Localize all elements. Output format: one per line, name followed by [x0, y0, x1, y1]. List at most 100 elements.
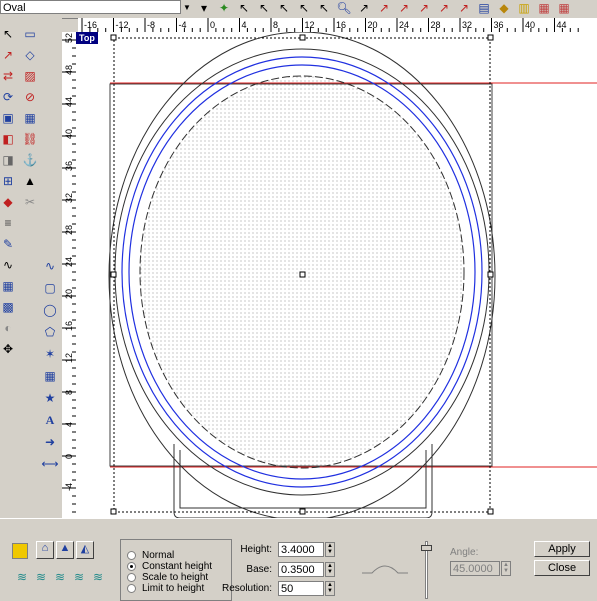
- dome-flat-button[interactable]: ⌂: [36, 541, 54, 559]
- height-mode-group: Normal Constant height Scale to height L…: [120, 539, 232, 601]
- options-panel: ⌂ ▲ ◭ ≋ ≋ ≋ ≋ ≋ Normal Constant height S…: [0, 518, 597, 601]
- ruler-label: 20: [368, 20, 378, 30]
- angle-input[interactable]: 45.0000: [450, 561, 500, 576]
- weld-icon[interactable]: ◧: [0, 131, 16, 147]
- fill-icon[interactable]: ◆: [0, 194, 16, 210]
- node-arrow-icon[interactable]: ↗: [376, 0, 392, 16]
- viewport-label: Top: [76, 32, 98, 44]
- selection-handle: [110, 508, 117, 515]
- text-icon[interactable]: A: [42, 412, 58, 428]
- close-button[interactable]: Close: [534, 560, 590, 576]
- angle-spinner[interactable]: ▲ ▼: [501, 561, 511, 576]
- radio-normal[interactable]: Normal: [127, 550, 174, 561]
- polygon-icon[interactable]: ⬠: [42, 324, 58, 340]
- resolution-input[interactable]: 50: [278, 581, 324, 596]
- measure-icon[interactable]: ⊞: [0, 173, 16, 189]
- vector-icon[interactable]: ▭: [22, 26, 38, 42]
- stack-icon[interactable]: ≡: [0, 215, 16, 231]
- select-arrow-icon[interactable]: ↖: [316, 0, 332, 16]
- ruler-label: 32: [64, 193, 74, 203]
- rectangle-icon[interactable]: ▢: [42, 280, 58, 296]
- node-arrow-icon[interactable]: ↗: [456, 0, 472, 16]
- curve-icon[interactable]: ∿: [42, 258, 58, 274]
- spline-icon[interactable]: ∿: [0, 257, 16, 273]
- color-swatch[interactable]: [12, 543, 28, 559]
- ellipse-icon[interactable]: ◯: [42, 302, 58, 318]
- radio-constant-height[interactable]: Constant height: [127, 561, 212, 572]
- link-icon[interactable]: ⛓: [22, 131, 38, 147]
- slider-thumb[interactable]: [421, 545, 432, 551]
- node-edit-icon[interactable]: ↗: [0, 47, 16, 63]
- shapes-icon[interactable]: ★: [42, 390, 58, 406]
- ruler-label: 28: [64, 225, 74, 235]
- dropdown-arrow-icon[interactable]: ▾: [196, 0, 212, 16]
- rotate-icon[interactable]: ⟳: [0, 89, 16, 105]
- zoom-icon[interactable]: 🔍︎: [336, 0, 352, 16]
- brush-icon[interactable]: ▲: [22, 173, 38, 189]
- layer-icon[interactable]: ▤: [476, 0, 492, 16]
- apply-button[interactable]: Apply: [534, 541, 590, 557]
- dome-round-button[interactable]: ▲: [56, 541, 74, 559]
- ruler-label: -12: [116, 20, 129, 30]
- ruler-label: 0: [64, 454, 74, 459]
- pointer-icon[interactable]: ↖: [0, 26, 16, 42]
- arrow-right-icon[interactable]: ➜: [42, 434, 58, 450]
- layer-stack-icon[interactable]: ≋: [90, 569, 106, 585]
- height-input[interactable]: 3.4000: [278, 542, 324, 557]
- ruler-label: 0: [210, 20, 215, 30]
- select-arrow-icon[interactable]: ↖: [256, 0, 272, 16]
- texture-icon[interactable]: ▦: [536, 0, 552, 16]
- ruler-label: 4: [242, 20, 247, 30]
- tiles-icon[interactable]: ▦: [22, 110, 38, 126]
- center-handle: [299, 271, 306, 278]
- select-arrow-icon[interactable]: ↖: [276, 0, 292, 16]
- height-spinner[interactable]: ▲ ▼: [325, 542, 335, 557]
- paste-icon[interactable]: ▨: [22, 68, 38, 84]
- pen-icon[interactable]: ✎: [0, 236, 16, 252]
- fill-bucket-icon[interactable]: ◇: [22, 47, 38, 63]
- node-arrow-icon[interactable]: ↗: [396, 0, 412, 16]
- base-spinner[interactable]: ▲ ▼: [325, 562, 335, 577]
- wand-icon[interactable]: ✦: [216, 0, 232, 16]
- star-icon[interactable]: ✶: [42, 346, 58, 362]
- selection-handle: [110, 34, 117, 41]
- scissors-icon[interactable]: ✂: [22, 194, 38, 210]
- profile-preview: [362, 565, 408, 574]
- paint-icon[interactable]: ◆: [496, 0, 512, 16]
- texture-icon[interactable]: ▦: [556, 0, 572, 16]
- base-input[interactable]: 0.3500: [278, 562, 324, 577]
- resolution-spinner[interactable]: ▲ ▼: [325, 581, 335, 596]
- dome-icon: ◭: [80, 543, 90, 555]
- layer-stack-icon[interactable]: ≋: [52, 569, 68, 585]
- grid-icon[interactable]: ▦: [0, 278, 16, 294]
- transform-icon[interactable]: ✥: [0, 341, 16, 357]
- bars-icon[interactable]: ▥: [516, 0, 532, 16]
- layer-stack-icon[interactable]: ≋: [14, 569, 30, 585]
- layer-stack-icon[interactable]: ≋: [33, 569, 49, 585]
- mirror-icon[interactable]: ⇄: [0, 68, 16, 84]
- pattern-icon[interactable]: ▩: [0, 299, 16, 315]
- radio-scale-to-height[interactable]: Scale to height: [127, 572, 208, 583]
- angle-label: Angle:: [450, 547, 479, 558]
- design-canvas[interactable]: [76, 32, 597, 518]
- dimension-icon[interactable]: ⟷: [41, 456, 58, 472]
- shape-type-combo[interactable]: Oval: [0, 0, 192, 14]
- layer-stack-icon[interactable]: ≋: [71, 569, 87, 585]
- shape-type-dropdown[interactable]: ▼: [180, 0, 193, 14]
- ruler-label: 44: [64, 97, 74, 107]
- dome-peak-button[interactable]: ◭: [76, 541, 94, 559]
- node-arrow-icon[interactable]: ↗: [436, 0, 452, 16]
- half-circle-icon[interactable]: ◐: [0, 320, 16, 336]
- ruler-label: 16: [336, 20, 346, 30]
- target-icon[interactable]: ⊘: [22, 89, 38, 105]
- node-arrow-icon[interactable]: ↗: [356, 0, 372, 16]
- layers-icon[interactable]: ▣: [0, 110, 16, 126]
- grid-fill-icon[interactable]: ▦: [42, 368, 58, 384]
- select-arrow-icon[interactable]: ↖: [236, 0, 252, 16]
- radio-limit-to-height[interactable]: Limit to height: [127, 583, 204, 594]
- node-arrow-icon[interactable]: ↗: [416, 0, 432, 16]
- angle-slider[interactable]: [420, 541, 434, 599]
- select-arrow-icon[interactable]: ↖: [296, 0, 312, 16]
- trim-icon[interactable]: ◨: [0, 152, 16, 168]
- anchor-icon[interactable]: ⚓: [22, 152, 38, 168]
